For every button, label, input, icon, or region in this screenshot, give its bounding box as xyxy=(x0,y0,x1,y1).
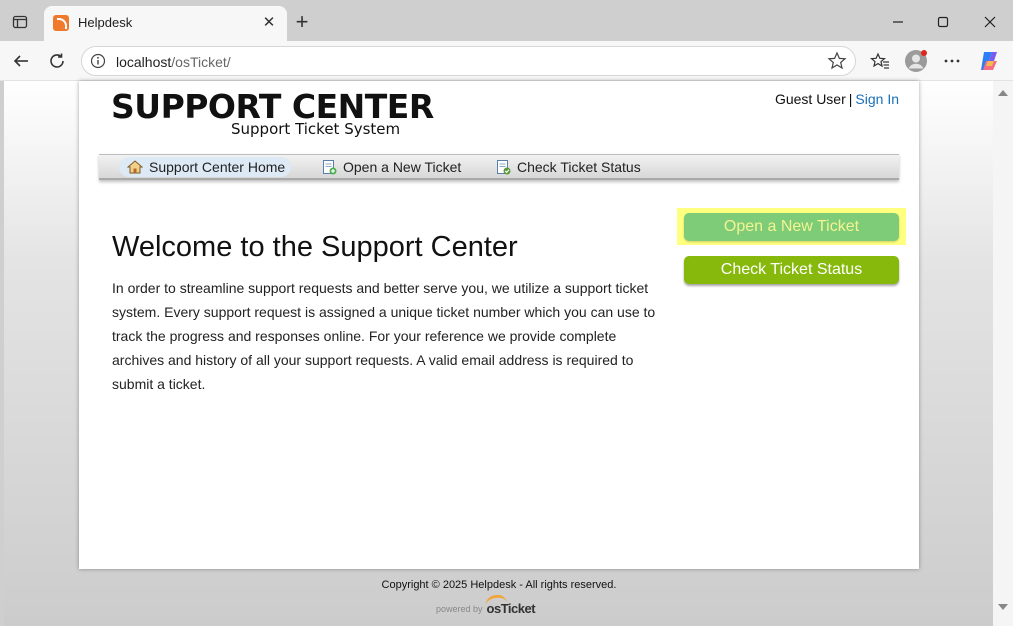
nav-open-new-ticket[interactable]: Open a New Ticket xyxy=(313,157,467,177)
user-separator: | xyxy=(848,91,853,107)
sidebar-toggle-icon[interactable] xyxy=(8,10,32,34)
home-icon xyxy=(127,160,143,174)
browser-toolbar: localhost/osTicket/ xyxy=(0,41,1013,81)
main-nav: Support Center Home Open a New Ticket Ch… xyxy=(99,154,899,180)
logo-subtitle: Support Ticket System xyxy=(231,120,401,138)
back-arrow-icon[interactable] xyxy=(9,49,33,73)
nav-item-label: Open a New Ticket xyxy=(343,159,462,175)
refresh-icon[interactable] xyxy=(45,49,69,73)
vertical-scrollbar[interactable] xyxy=(993,81,1013,626)
browser-tab-bar: Helpdesk ✕ + xyxy=(0,0,1013,41)
favorites-icon[interactable] xyxy=(868,49,892,73)
nav-item-label: Support Center Home xyxy=(149,159,286,175)
check-ticket-status-button[interactable]: Check Ticket Status xyxy=(684,256,899,284)
helpdesk-favicon-icon xyxy=(53,15,69,31)
page-viewport: SUPPORT CENTER Support Ticket System Gue… xyxy=(4,81,993,626)
welcome-heading: Welcome to the Support Center xyxy=(112,231,518,263)
minimize-icon[interactable] xyxy=(886,10,910,34)
page-container: SUPPORT CENTER Support Ticket System Gue… xyxy=(79,81,919,569)
nav-item-label: Check Ticket Status xyxy=(517,159,641,175)
browser-tab[interactable]: Helpdesk ✕ xyxy=(44,6,287,41)
address-bar[interactable]: localhost/osTicket/ xyxy=(81,46,856,76)
powered-by-text: powered by xyxy=(436,604,483,614)
tab-title: Helpdesk xyxy=(78,15,133,30)
osticket-brand: osTicket xyxy=(483,593,536,616)
copilot-icon[interactable] xyxy=(977,49,1001,73)
scroll-down-icon[interactable] xyxy=(998,604,1008,610)
maximize-icon[interactable] xyxy=(931,10,955,34)
scroll-up-icon[interactable] xyxy=(998,90,1008,96)
open-new-ticket-button[interactable]: Open a New Ticket xyxy=(684,213,899,241)
sign-in-link[interactable]: Sign In xyxy=(855,91,899,107)
url-text: localhost/osTicket/ xyxy=(116,54,231,70)
intro-text: In order to streamline support requests … xyxy=(112,280,656,392)
footer-copyright: Copyright © 2025 Helpdesk - All rights r… xyxy=(381,579,617,591)
new-ticket-icon xyxy=(323,160,337,175)
nav-support-center-home[interactable]: Support Center Home xyxy=(119,157,292,177)
close-icon[interactable]: ✕ xyxy=(259,12,279,32)
nav-check-ticket-status[interactable]: Check Ticket Status xyxy=(487,157,647,177)
more-icon[interactable] xyxy=(940,49,964,73)
guest-user-label: Guest User xyxy=(774,91,846,107)
star-icon[interactable] xyxy=(827,51,847,71)
user-info: Guest User | Sign In xyxy=(775,91,899,107)
plus-icon[interactable]: + xyxy=(292,11,312,33)
close-window-icon[interactable] xyxy=(978,10,1002,34)
profile-icon[interactable] xyxy=(904,49,928,73)
info-icon[interactable] xyxy=(90,53,106,69)
powered-by-logo[interactable]: powered by osTicket xyxy=(436,593,536,616)
ticket-status-icon xyxy=(497,160,511,175)
